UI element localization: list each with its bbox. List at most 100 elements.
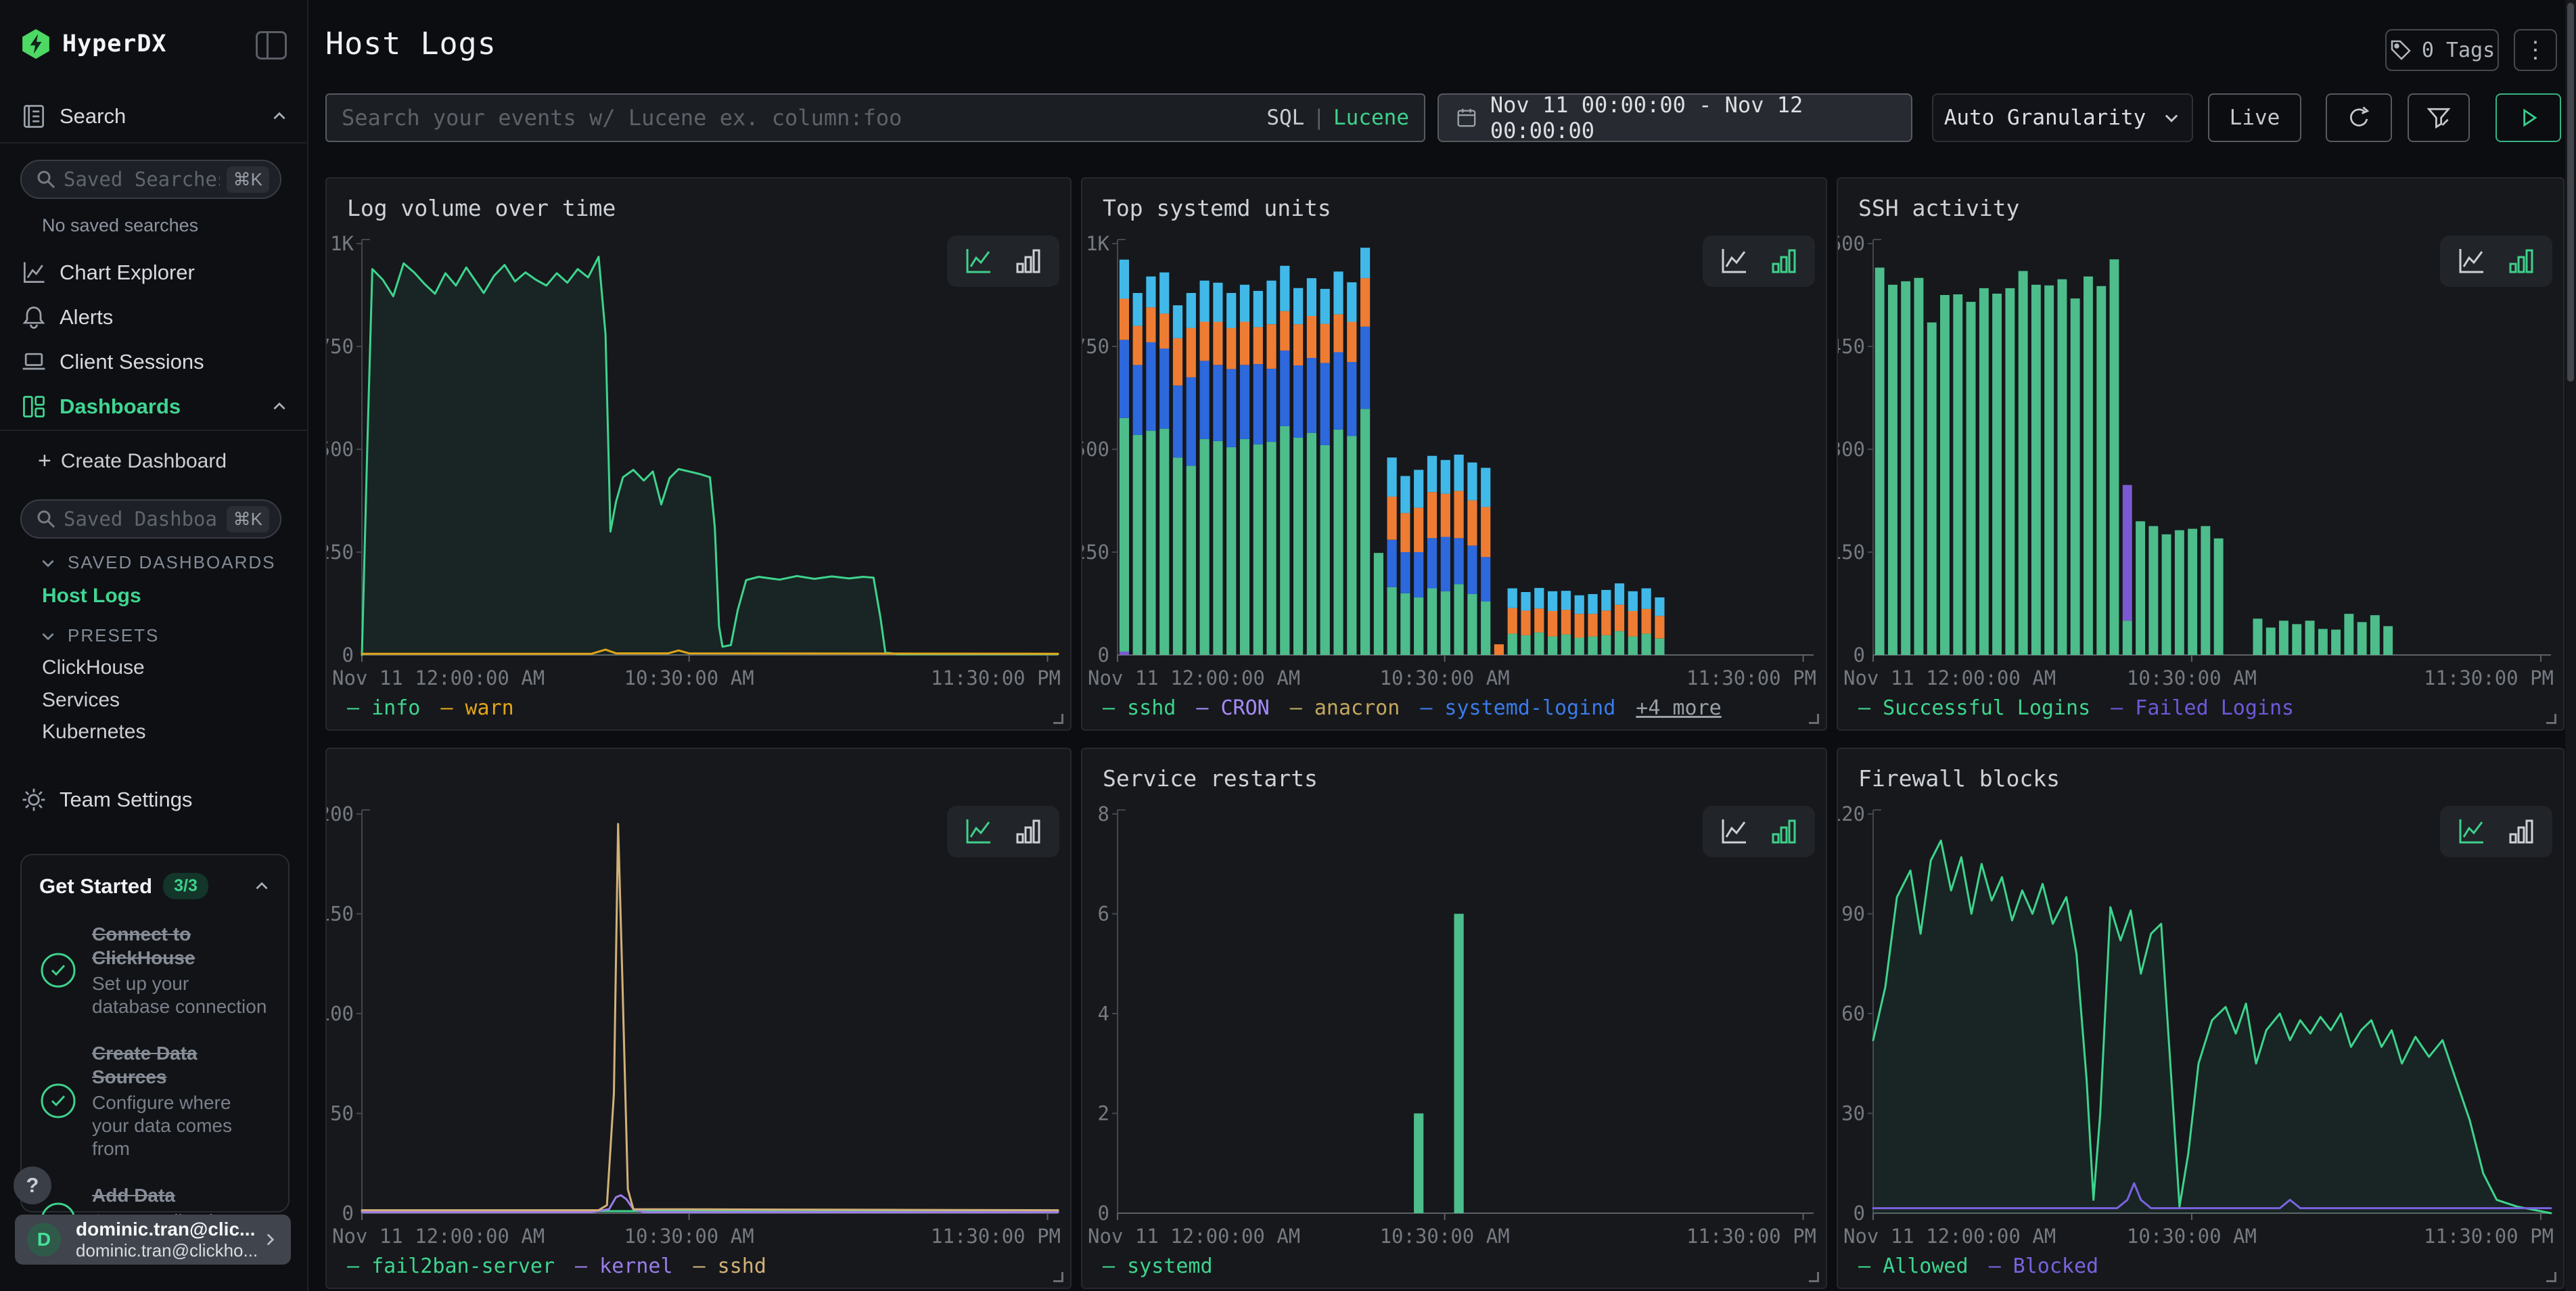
- date-range-picker[interactable]: Nov 11 00:00:00 - Nov 12 00:00:00: [1438, 93, 1912, 142]
- scrollbar-thumb[interactable]: [2567, 3, 2574, 382]
- sidebar-item-dashboards[interactable]: Dashboards: [20, 393, 288, 420]
- legend-item[interactable]: — Allowed: [1858, 1254, 1969, 1278]
- chart-legend[interactable]: — fail2ban-server — kernel — sshd: [347, 1254, 787, 1278]
- line-mode-icon[interactable]: [2456, 817, 2486, 846]
- line-mode-icon[interactable]: [1719, 246, 1749, 276]
- help-button[interactable]: ?: [14, 1167, 51, 1204]
- bar-mode-icon[interactable]: [2506, 246, 2536, 276]
- bar-mode-icon[interactable]: [2506, 817, 2536, 846]
- sidebar-item-services[interactable]: Services: [42, 689, 120, 712]
- get-started-item[interactable]: Create Data SourcesConfigure where your …: [39, 1041, 271, 1160]
- kebab-menu-button[interactable]: ⋮: [2514, 29, 2557, 71]
- legend-item[interactable]: — info: [347, 696, 420, 720]
- line-mode-icon[interactable]: [2456, 246, 2486, 276]
- get-started-card: Get Started 3/3 Connect to ClickHouseSet…: [20, 854, 290, 1213]
- legend-item[interactable]: — fail2ban-server: [347, 1254, 555, 1278]
- svg-text:250: 250: [1082, 541, 1109, 564]
- chart-legend[interactable]: — info — warn: [347, 696, 534, 720]
- lucene-toggle[interactable]: Lucene: [1333, 106, 1409, 130]
- saved-dashboards-input[interactable]: [57, 507, 227, 530]
- bar-mode-icon[interactable]: [1769, 817, 1799, 846]
- live-label: Live: [2230, 106, 2280, 130]
- section-presets[interactable]: PRESETS: [39, 625, 159, 646]
- svg-text:8: 8: [1098, 803, 1109, 825]
- sidebar-item-client-sessions[interactable]: Client Sessions: [20, 348, 204, 376]
- legend-item[interactable]: — Blocked: [1989, 1254, 2099, 1278]
- user-name: dominic.tran@clic...: [76, 1219, 261, 1240]
- live-button[interactable]: Live: [2208, 93, 2301, 142]
- line-chart-icon: [20, 259, 47, 286]
- get-started-item[interactable]: Connect to ClickHouseSet up your databas…: [39, 922, 271, 1018]
- legend-item[interactable]: — sshd: [1103, 696, 1176, 720]
- tags-button[interactable]: 0 Tags: [2385, 29, 2499, 71]
- filter-button[interactable]: [2408, 93, 2470, 142]
- saved-dashboards-search[interactable]: ⌘K: [20, 499, 281, 539]
- legend-item[interactable]: — Failed Logins: [2111, 696, 2294, 720]
- line-mode-icon[interactable]: [1719, 817, 1749, 846]
- sidebar-item-host-logs[interactable]: Host Logs: [42, 585, 141, 608]
- saved-searches-input[interactable]: [57, 168, 227, 191]
- resize-handle-icon[interactable]: [1053, 1272, 1063, 1282]
- sidebar: HyperDX Search ⌘K No saved searches Char…: [0, 0, 308, 1291]
- legend-item[interactable]: — sshd: [693, 1254, 766, 1278]
- section-saved-dashboards[interactable]: SAVED DASHBOARDS: [39, 552, 275, 573]
- bell-icon: [20, 304, 47, 331]
- chart-legend[interactable]: — systemd: [1103, 1254, 1233, 1278]
- sidebar-item-search[interactable]: Search: [20, 103, 288, 130]
- sql-toggle[interactable]: SQL: [1266, 106, 1304, 130]
- bar-mode-icon[interactable]: [1769, 246, 1799, 276]
- avatar: D: [27, 1223, 61, 1256]
- sidebar-item-chart-explorer[interactable]: Chart Explorer: [20, 259, 195, 286]
- resize-handle-icon[interactable]: [2546, 1272, 2556, 1282]
- sidebar-item-kubernetes[interactable]: Kubernetes: [42, 721, 145, 744]
- chevron-up-icon: [271, 398, 288, 415]
- get-started-item-title: Create Data Sources: [92, 1041, 271, 1089]
- sidebar-item-clickhouse[interactable]: ClickHouse: [42, 656, 145, 679]
- resize-handle-icon[interactable]: [1809, 714, 1819, 724]
- legend-item[interactable]: — anacron: [1290, 696, 1400, 720]
- section-label: SAVED DASHBOARDS: [68, 552, 275, 573]
- scrollbar-track[interactable]: [2565, 0, 2576, 1291]
- sidebar-item-team-settings[interactable]: Team Settings: [20, 786, 192, 813]
- bar-mode-icon[interactable]: [1013, 246, 1043, 276]
- chart-legend[interactable]: — Successful Logins — Failed Logins: [1858, 696, 2314, 720]
- legend-item[interactable]: — Successful Logins: [1858, 696, 2090, 720]
- shortcut-badge: ⌘K: [227, 166, 269, 193]
- sidebar-item-alerts[interactable]: Alerts: [20, 304, 113, 331]
- line-mode-icon[interactable]: [963, 817, 993, 846]
- svg-text:250: 250: [327, 541, 354, 564]
- resize-handle-icon[interactable]: [2546, 714, 2556, 724]
- resize-handle-icon[interactable]: [1809, 1272, 1819, 1282]
- run-query-button[interactable]: [2496, 93, 2561, 142]
- resize-handle-icon[interactable]: [1053, 714, 1063, 724]
- svg-text:4: 4: [1098, 1002, 1109, 1025]
- chevron-down-icon: [39, 554, 57, 572]
- search-icon: [35, 508, 57, 530]
- granularity-select[interactable]: Auto Granularity: [1932, 93, 2193, 142]
- refresh-button[interactable]: [2326, 93, 2392, 142]
- line-mode-icon[interactable]: [963, 246, 993, 276]
- play-icon: [2515, 104, 2542, 131]
- chart-legend[interactable]: — sshd — CRON — anacron — systemd-logind +4 …: [1103, 696, 1722, 720]
- chart-legend[interactable]: — Allowed — Blocked: [1858, 1254, 2119, 1278]
- user-menu[interactable]: D dominic.tran@clic... dominic.tran@clic…: [15, 1215, 291, 1265]
- saved-searches-search[interactable]: ⌘K: [20, 160, 281, 199]
- legend-item[interactable]: — kernel: [575, 1254, 673, 1278]
- collapse-sidebar-icon[interactable]: [256, 31, 287, 60]
- bar-mode-icon[interactable]: [1013, 817, 1043, 846]
- legend-item[interactable]: — systemd-logind: [1420, 696, 1615, 720]
- event-search-input[interactable]: [342, 105, 1266, 131]
- check-circle-icon: [39, 951, 77, 989]
- legend-item[interactable]: — CRON: [1196, 696, 1269, 720]
- chevron-up-icon[interactable]: [253, 878, 271, 895]
- svg-text:450: 450: [1838, 335, 1865, 358]
- panel-top-systemd-units: Top systemd units 02505007501KNov 11 12:…: [1081, 177, 1827, 731]
- create-dashboard-button[interactable]: + Create Dashboard: [38, 448, 227, 474]
- legend-item[interactable]: — systemd: [1103, 1254, 1213, 1278]
- legend-item[interactable]: — warn: [440, 696, 513, 720]
- get-started-item-desc: Set up your database connection: [92, 972, 271, 1018]
- gear-icon: [20, 786, 47, 813]
- hyperdx-logo-icon: [20, 28, 51, 60]
- legend-more[interactable]: +4 more: [1636, 696, 1721, 720]
- divider: [0, 142, 308, 143]
